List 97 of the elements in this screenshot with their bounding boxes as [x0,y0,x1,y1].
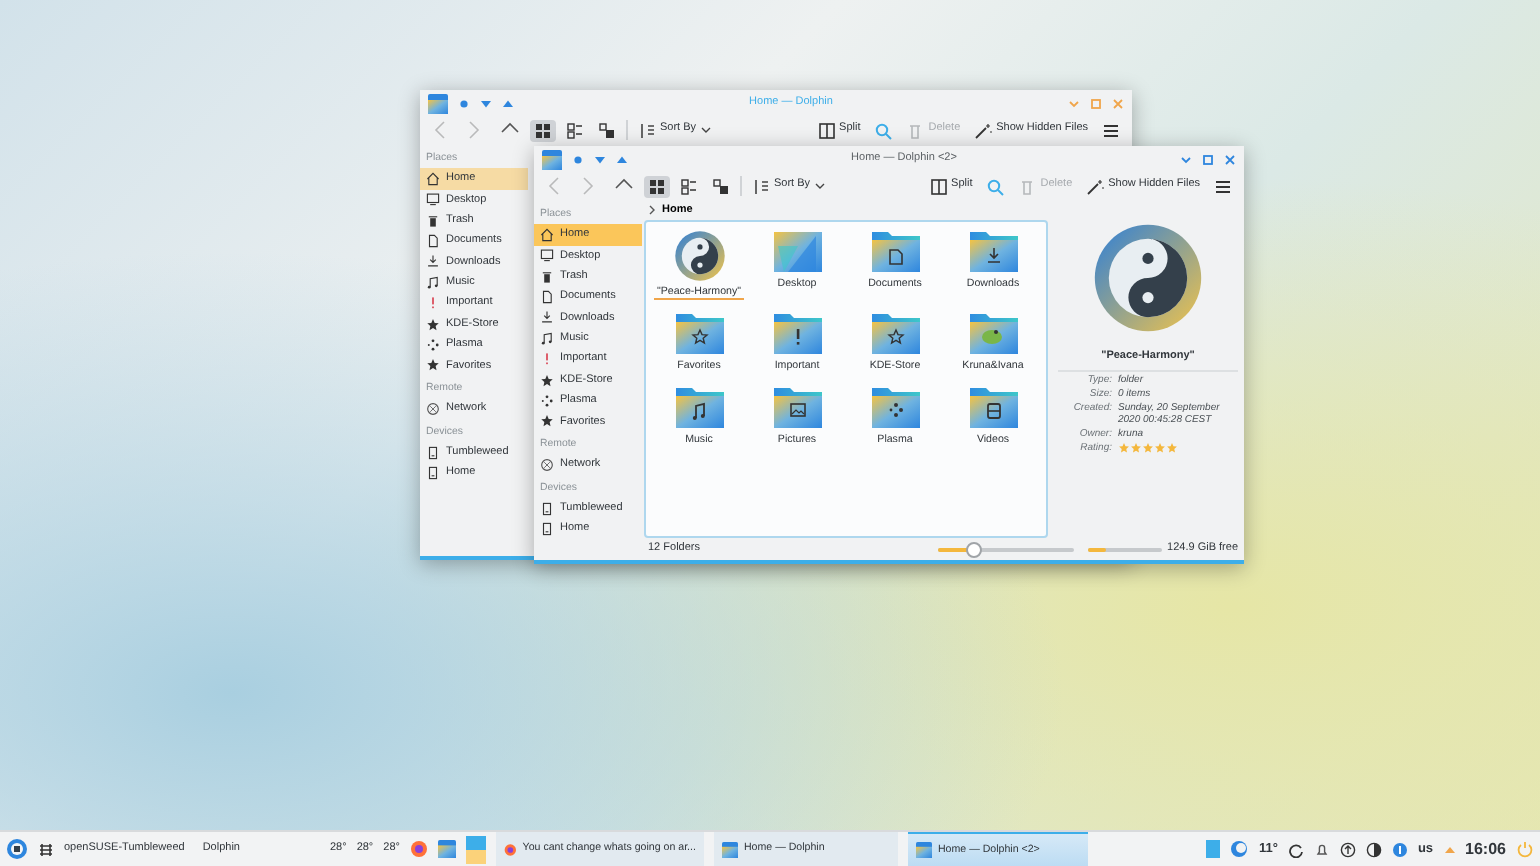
trash-can-icon [906,121,925,139]
star-icon [426,317,440,332]
minimize-icon[interactable] [1068,97,1080,109]
dots-icon [540,394,554,409]
upload-circle-icon[interactable] [1339,841,1356,857]
download-icon [540,310,554,325]
monitor-icon [426,192,440,207]
close-icon[interactable] [1224,153,1236,165]
clock[interactable]: 16:06 [1465,839,1506,859]
drive-icon [540,501,554,516]
folder-icon [967,312,1019,357]
zoom-slider-handle[interactable] [965,541,982,557]
pin-dot-icon[interactable] [572,153,584,165]
home-icon [540,227,554,242]
triangle-down-icon[interactable] [480,97,492,109]
star-icon [426,358,440,373]
trash-icon [540,269,554,284]
folder-icon [542,149,562,169]
monitor-icon [540,248,554,263]
trash-can-icon [1018,177,1037,195]
globe-browser-icon[interactable] [409,840,428,858]
folder-icon [673,385,725,430]
dots-icon [426,338,440,353]
globe-icon [426,402,440,417]
drive-icon [426,466,440,481]
weather-moon-icon[interactable] [1230,840,1249,858]
star-icon [540,373,554,388]
folder-icon [967,230,1019,274]
details-view-button[interactable] [708,175,734,197]
details-view-icon [712,177,730,195]
details-view-button[interactable] [594,119,620,141]
minimize-icon[interactable] [1180,153,1192,165]
triangle-down-icon[interactable] [594,153,606,165]
document-icon [426,234,440,249]
compact-view-button[interactable] [676,175,702,197]
globe-icon [540,458,554,473]
folder-icon [771,312,823,357]
bell-icon[interactable] [1313,841,1330,857]
window-icon[interactable] [1206,840,1221,858]
folder-icon [967,385,1019,430]
wand-icon [974,121,993,139]
drive-icon [426,445,440,460]
triangle-up-icon[interactable] [1443,843,1456,855]
image-thumbnail [771,230,823,274]
home-icon [426,171,440,186]
folder-icon [915,842,932,858]
pin-dot-icon[interactable] [458,97,470,109]
chevron-right-icon [648,204,658,216]
drive-icon [540,522,554,537]
menu-icon[interactable] [1214,177,1232,195]
trash-icon [426,213,440,228]
caret-icon [700,124,713,136]
search-icon[interactable] [874,121,893,139]
split-icon [817,121,836,139]
folder-icon [869,312,921,357]
yin-yang-icon [673,230,725,282]
folder-icon [673,312,725,357]
compact-view-icon [680,177,698,195]
folder-icon [428,93,448,113]
icons-view-button[interactable] [530,119,556,141]
wand-icon [1086,177,1105,195]
folder-icon [869,230,921,274]
compact-view-button[interactable] [562,119,588,141]
maximize-icon[interactable] [1090,97,1102,109]
menu-icon[interactable] [1102,121,1120,139]
triangle-up-icon[interactable] [616,153,628,165]
icons-view-button[interactable] [644,175,670,197]
refresh-icon[interactable] [1287,841,1304,857]
document-icon [540,290,554,305]
half-circle-icon[interactable] [1365,841,1382,857]
music-note-icon [540,331,554,346]
globe-browser-icon [503,841,517,857]
star-icon [540,414,554,429]
music-note-icon [426,275,440,290]
close-icon[interactable] [1112,97,1124,109]
folder-icon [869,385,921,430]
folder-icon[interactable] [437,840,456,858]
caret-icon [814,180,827,192]
maximize-icon[interactable] [1202,153,1214,165]
search-icon[interactable] [986,177,1005,195]
compact-view-icon [566,121,584,139]
sort-icon [752,177,770,195]
launcher-icon[interactable] [6,838,28,860]
grid-icon[interactable] [38,841,54,857]
triangle-up-icon[interactable] [502,97,514,109]
sort-icon [638,121,656,139]
folder-icon [771,385,823,430]
split-icon [929,177,948,195]
folder-icon [721,841,738,857]
download-icon [426,254,440,269]
star-rating[interactable] [1118,441,1178,454]
yin-yang-preview [1092,222,1204,334]
info-circle-icon[interactable] [1391,841,1408,857]
desktop-pager-icon[interactable] [465,835,486,863]
icons-view-icon [648,177,666,195]
details-view-icon [598,121,616,139]
icons-view-icon [534,121,552,139]
